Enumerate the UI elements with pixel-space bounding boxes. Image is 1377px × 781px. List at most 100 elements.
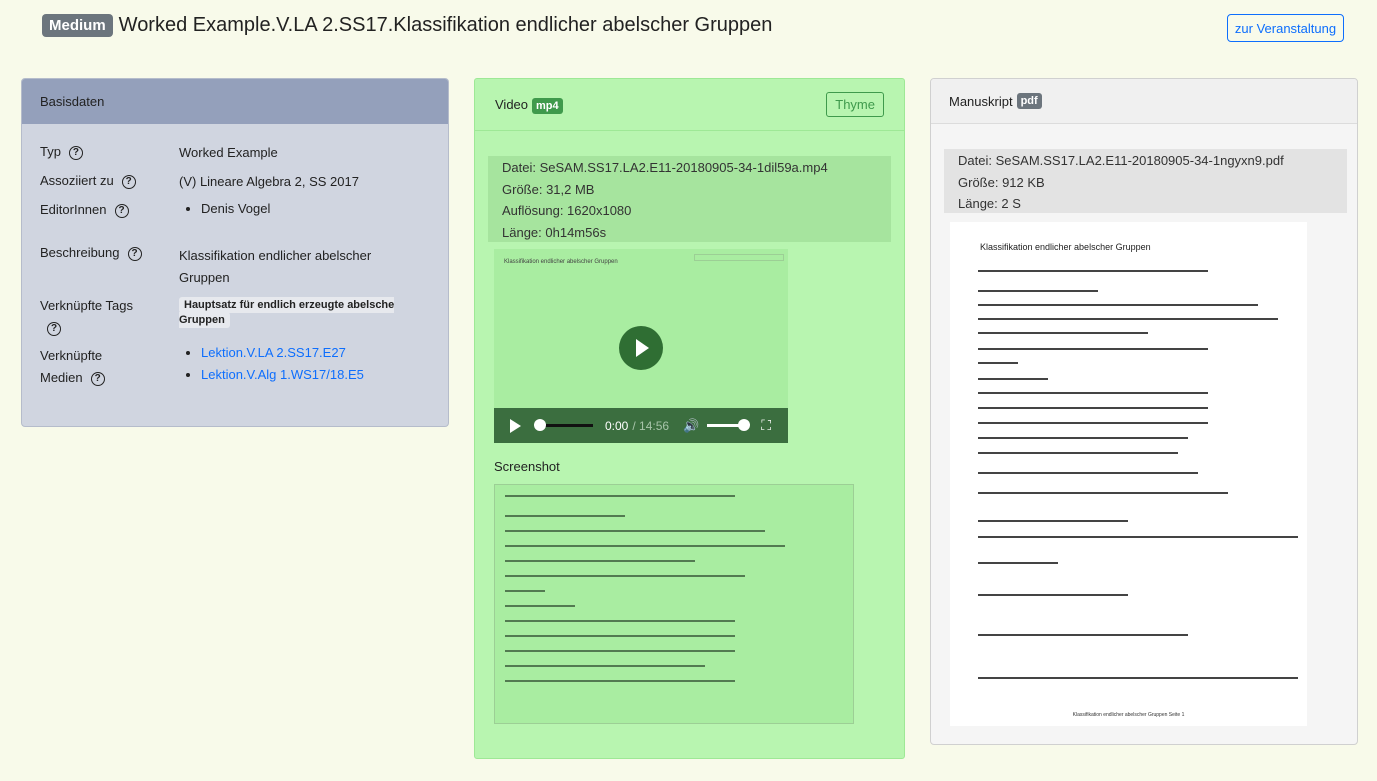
handwriting-line bbox=[978, 562, 1058, 564]
media-label-line2: Medien bbox=[40, 370, 83, 385]
media-item: Lektion.V.Alg 1.WS17/18.E5 bbox=[201, 364, 364, 386]
video-card: Video mp4 Thyme Datei: SeSAM.SS17.LA2.E11… bbox=[474, 78, 905, 759]
media-link[interactable]: Lektion.V.LA 2.SS17.E27 bbox=[201, 345, 346, 360]
handwriting-line bbox=[505, 605, 575, 607]
help-icon[interactable]: ? bbox=[121, 174, 136, 189]
handwriting-line bbox=[978, 634, 1188, 636]
file-resolution: Auflösung: 1620x1080 bbox=[502, 203, 632, 218]
handwriting-line bbox=[978, 392, 1208, 394]
fullscreen-icon[interactable]: ⛶ bbox=[761, 417, 771, 434]
file-name: Datei: SeSAM.SS17.LA2.E11-20180905-34-1n… bbox=[958, 153, 1284, 168]
handwriting-line bbox=[978, 472, 1198, 474]
video-file-info: Datei: SeSAM.SS17.LA2.E11-20180905-34-1d… bbox=[488, 156, 891, 242]
handwriting-line bbox=[978, 594, 1128, 596]
page-header: Medium Worked Example.V.LA 2.SS17.Klassi… bbox=[42, 14, 772, 37]
pdf-preview[interactable]: Klassifikation endlicher abelscher Grupp… bbox=[950, 222, 1307, 726]
desc-label-text: Beschreibung bbox=[40, 245, 120, 260]
editor-item: Denis Vogel bbox=[201, 198, 270, 220]
assoc-label: Assoziiert zu? bbox=[40, 173, 136, 189]
seek-slider[interactable] bbox=[534, 419, 593, 431]
desc-label: Beschreibung? bbox=[40, 245, 142, 261]
typ-label-text: Typ bbox=[40, 144, 61, 159]
handwriting-line bbox=[978, 407, 1208, 409]
assoc-label-text: Assoziiert zu bbox=[40, 173, 114, 188]
handwriting-line bbox=[505, 560, 695, 562]
typ-value: Worked Example bbox=[179, 145, 278, 160]
help-icon[interactable]: ? bbox=[90, 371, 105, 386]
assoc-value: (V) Lineare Algebra 2, SS 2017 bbox=[179, 174, 359, 189]
video-thumb-bar bbox=[694, 254, 784, 261]
play-icon[interactable] bbox=[619, 326, 663, 370]
handwriting-line bbox=[978, 422, 1208, 424]
tag-badge[interactable]: Hauptsatz für endlich erzeugte abelsche … bbox=[179, 297, 395, 328]
editors-list: Denis Vogel bbox=[179, 198, 270, 220]
time-current: 0:00 bbox=[605, 418, 629, 433]
video-card-title: Video bbox=[495, 97, 529, 112]
handwriting-line bbox=[978, 520, 1128, 522]
screenshot-label: Screenshot bbox=[494, 459, 560, 474]
media-label-line1: Verknüpfte bbox=[40, 348, 103, 363]
media-list: Lektion.V.LA 2.SS17.E27 Lektion.V.Alg 1.… bbox=[179, 342, 364, 386]
handwriting-line bbox=[505, 680, 735, 682]
screenshot-image bbox=[494, 484, 854, 724]
handwriting-line bbox=[505, 515, 625, 517]
help-icon[interactable]: ? bbox=[68, 145, 83, 160]
volume-handle[interactable] bbox=[738, 419, 751, 431]
handwriting-line bbox=[978, 290, 1098, 292]
video-player[interactable]: Klassifikation endlicher abelscher Grupp… bbox=[494, 249, 788, 443]
handwriting-line bbox=[978, 304, 1258, 306]
format-badge: pdf bbox=[1016, 93, 1042, 109]
handwriting-line bbox=[978, 677, 1298, 679]
desc-value: Klassifikation endlicher abelscher Grupp… bbox=[179, 248, 372, 285]
media-link[interactable]: Lektion.V.Alg 1.WS17/18.E5 bbox=[201, 367, 364, 382]
handwriting-line bbox=[978, 270, 1208, 272]
video-card-header: Video mp4 Thyme bbox=[475, 79, 904, 131]
tags-label: Verknüpfte Tags? bbox=[40, 295, 133, 339]
media-label: Verknüpfte Medien? bbox=[40, 345, 105, 389]
pdf-page-title: Klassifikation endlicher abelscher Grupp… bbox=[980, 242, 1151, 252]
manuskript-file-info: Datei: SeSAM.SS17.LA2.E11-20180905-34-1n… bbox=[944, 149, 1347, 213]
volume-slider[interactable] bbox=[707, 419, 751, 431]
manuskript-card: Manuskript pdf Datei: SeSAM.SS17.LA2.E11-… bbox=[930, 78, 1358, 745]
handwriting-line bbox=[505, 495, 735, 497]
handwriting-line bbox=[978, 362, 1018, 364]
basis-card-header: Basisdaten bbox=[22, 79, 448, 124]
handwriting-line bbox=[505, 530, 765, 532]
handwriting-line bbox=[978, 536, 1298, 538]
file-length: Länge: 2 S bbox=[958, 196, 1021, 211]
handwriting-line bbox=[978, 437, 1188, 439]
page-title: Worked Example.V.LA 2.SS17.Klassifikatio… bbox=[118, 14, 773, 36]
help-icon[interactable]: ? bbox=[114, 203, 129, 218]
handwriting-line bbox=[978, 378, 1048, 380]
file-size: Größe: 31,2 MB bbox=[502, 181, 595, 197]
handwriting-line bbox=[505, 575, 745, 577]
file-length: Länge: 0h14m56s bbox=[502, 224, 607, 240]
handwriting-line bbox=[505, 545, 785, 547]
thyme-button[interactable]: Thyme bbox=[826, 92, 884, 117]
handwriting-line bbox=[978, 318, 1278, 320]
seek-handle[interactable] bbox=[534, 419, 546, 431]
help-icon[interactable]: ? bbox=[47, 321, 61, 336]
editors-label-text: EditorInnen bbox=[40, 202, 107, 217]
handwriting-line bbox=[505, 590, 545, 592]
video-thumb-title: Klassifikation endlicher abelscher Grupp… bbox=[504, 259, 618, 265]
help-icon[interactable]: ? bbox=[127, 246, 142, 261]
video-card-title-wrap: Video mp4 bbox=[495, 97, 563, 114]
handwriting-line bbox=[505, 650, 735, 652]
play-button-icon[interactable] bbox=[510, 418, 521, 433]
video-controls: 0:00 / 14:56 🔊 ⛶ bbox=[494, 408, 788, 443]
volume-icon[interactable]: 🔊 bbox=[683, 418, 699, 434]
media-item: Lektion.V.LA 2.SS17.E27 bbox=[201, 342, 364, 364]
time-duration: / 14:56 bbox=[632, 418, 670, 433]
tags-list: Hauptsatz für endlich erzeugte abelsche … bbox=[179, 296, 448, 328]
handwriting-line bbox=[978, 332, 1148, 334]
level-badge: Medium bbox=[42, 14, 113, 37]
handwriting-line bbox=[505, 635, 735, 637]
handwriting-line bbox=[505, 665, 705, 667]
manuskript-card-title: Manuskript bbox=[949, 93, 1013, 109]
manuskript-card-header: Manuskript pdf bbox=[931, 79, 1357, 124]
file-size: Größe: 912 KB bbox=[958, 174, 1045, 190]
typ-label: Typ? bbox=[40, 144, 83, 160]
course-button[interactable]: zur Veranstaltung bbox=[1227, 14, 1344, 42]
editors-label: EditorInnen? bbox=[40, 202, 129, 218]
